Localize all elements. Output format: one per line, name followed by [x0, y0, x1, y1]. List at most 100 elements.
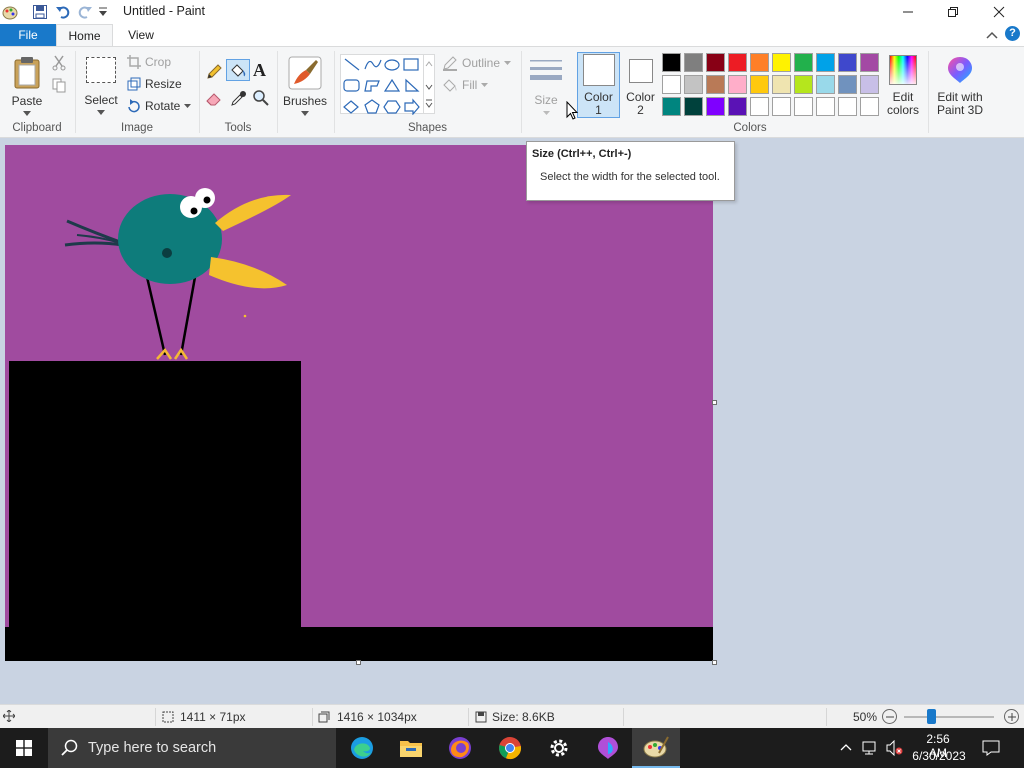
tab-home[interactable]: Home [56, 24, 113, 47]
color-swatch[interactable] [750, 97, 769, 116]
drawing-canvas[interactable] [5, 145, 713, 661]
collapse-ribbon-icon[interactable] [986, 29, 998, 43]
shapes-scroll-icons [425, 61, 433, 108]
crop-button[interactable]: Crop [127, 55, 171, 69]
chrome-taskbar-button[interactable] [486, 728, 534, 768]
taskbar-search-box[interactable]: Type here to search [48, 728, 336, 768]
edit-with-paint3d-button[interactable]: Edit with Paint 3D [934, 53, 986, 119]
eraser-icon[interactable] [205, 89, 223, 110]
magnifier-icon[interactable] [252, 89, 270, 110]
redo-icon[interactable] [77, 4, 93, 23]
customize-quick-access-icon[interactable] [98, 6, 108, 21]
help-icon[interactable]: ? [1005, 26, 1020, 41]
color-swatch[interactable] [772, 75, 791, 94]
color-swatch[interactable] [816, 97, 835, 116]
zoom-slider-track[interactable] [904, 716, 994, 718]
file-explorer-taskbar-button[interactable] [387, 728, 435, 768]
color-picker-icon[interactable] [230, 89, 248, 110]
color1-button[interactable]: Color 1 [577, 52, 620, 118]
fill-button[interactable]: Fill [442, 77, 489, 93]
show-hidden-icons[interactable] [840, 741, 852, 755]
outline-button[interactable]: Outline [442, 55, 512, 71]
size-button[interactable]: Size [526, 53, 566, 119]
cut-icon[interactable] [51, 55, 67, 74]
text-tool-icon[interactable]: A [253, 60, 266, 81]
color-swatch[interactable] [684, 75, 703, 94]
mouse-cursor-icon [566, 100, 579, 124]
clock-date[interactable]: 6/30/2023 [910, 749, 968, 763]
color-swatch[interactable] [728, 53, 747, 72]
restore-button[interactable] [930, 0, 976, 24]
pencil-icon[interactable] [205, 63, 223, 84]
paste-icon [14, 57, 40, 89]
color-swatch[interactable] [816, 75, 835, 94]
zoom-slider-thumb[interactable] [927, 709, 936, 724]
color-swatch[interactable] [838, 97, 857, 116]
color-swatch[interactable] [772, 97, 791, 116]
canvas-resize-handle-corner[interactable] [712, 660, 717, 665]
size-tooltip: Size (Ctrl++, Ctrl+-) Select the width f… [526, 141, 735, 201]
volume-muted-icon[interactable] [886, 739, 904, 759]
title-bar: Untitled - Paint [0, 0, 1024, 24]
firefox-taskbar-button[interactable] [436, 728, 484, 768]
edge-taskbar-button[interactable] [338, 728, 386, 768]
canvas-drawing [5, 188, 713, 661]
color-swatch[interactable] [794, 97, 813, 116]
color-swatch[interactable] [860, 53, 879, 72]
zoom-out-button[interactable] [882, 709, 897, 724]
color-swatch[interactable] [662, 53, 681, 72]
color-swatch[interactable] [662, 97, 681, 116]
color-swatch[interactable] [750, 75, 769, 94]
shapes-scrollbar[interactable] [424, 54, 435, 114]
close-button[interactable] [976, 0, 1022, 24]
color-swatch[interactable] [706, 75, 725, 94]
copy-icon[interactable] [51, 77, 67, 96]
canvas-resize-handle-bottom[interactable] [356, 660, 361, 665]
color-swatch[interactable] [706, 53, 725, 72]
file-size: Size: 8.6KB [492, 710, 555, 724]
save-icon[interactable] [32, 4, 48, 23]
paste-button[interactable]: Paste [8, 53, 46, 119]
minimize-button[interactable] [885, 0, 931, 24]
color-swatch[interactable] [794, 75, 813, 94]
color-swatch[interactable] [816, 53, 835, 72]
rotate-button[interactable]: Rotate [127, 99, 192, 113]
settings-taskbar-button[interactable] [535, 728, 583, 768]
start-button[interactable] [0, 728, 48, 768]
color-swatch[interactable] [772, 53, 791, 72]
crop-label: Crop [145, 55, 172, 69]
color-swatch[interactable] [662, 75, 681, 94]
notifications-icon[interactable] [982, 740, 1000, 759]
canvas-resize-handle-right[interactable] [712, 400, 717, 405]
color-swatch[interactable] [794, 53, 813, 72]
color-swatch[interactable] [684, 53, 703, 72]
color-swatch[interactable] [838, 75, 857, 94]
brushes-button[interactable]: Brushes [282, 53, 328, 119]
canvas-workspace[interactable] [0, 138, 1024, 704]
network-icon[interactable] [862, 740, 880, 759]
brushes-label: Brushes [282, 94, 328, 108]
color-swatch[interactable] [838, 53, 857, 72]
color-swatch[interactable] [860, 97, 879, 116]
color-swatch[interactable] [684, 97, 703, 116]
divider [826, 708, 827, 726]
divider [155, 708, 156, 726]
resize-button[interactable]: Resize [127, 77, 182, 91]
shapes-gallery[interactable] [340, 54, 424, 116]
paint-taskbar-button[interactable] [632, 728, 680, 768]
paint3d-taskbar-button[interactable] [584, 728, 632, 768]
color-swatch[interactable] [728, 97, 747, 116]
color-swatch[interactable] [750, 53, 769, 72]
color2-button[interactable]: Color 2 [622, 52, 659, 118]
select-button[interactable]: Select [82, 53, 120, 119]
tab-view[interactable]: View [113, 24, 169, 46]
fill-tool-icon[interactable] [226, 59, 250, 81]
paint-app-icon[interactable] [2, 4, 18, 23]
color-swatch[interactable] [706, 97, 725, 116]
zoom-in-button[interactable] [1004, 709, 1019, 724]
color-swatch[interactable] [728, 75, 747, 94]
color-swatch[interactable] [860, 75, 879, 94]
tab-file[interactable]: File [0, 24, 56, 46]
undo-icon[interactable] [55, 4, 71, 23]
edit-colors-button[interactable]: Edit colors [884, 53, 922, 119]
